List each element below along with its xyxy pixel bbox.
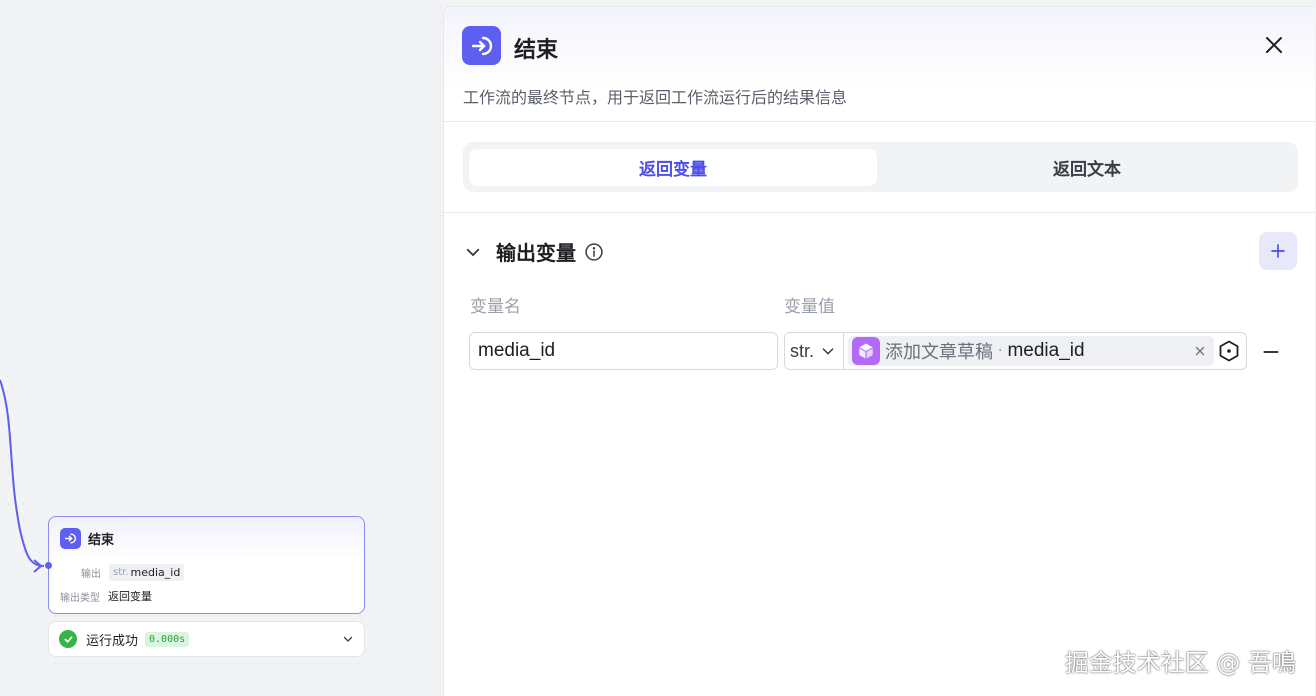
type-select-value: str. [790,340,815,361]
node-output-var: media_id [130,566,181,579]
section-title: 输出变量 [496,241,576,265]
end-node-card[interactable]: 结束 输出 str. media_id 输出类型 返回变量 [45,516,365,614]
reference-separator: · [998,343,1003,359]
close-icon[interactable] [1262,33,1286,57]
clear-icon[interactable] [1194,345,1206,357]
node-output-label: 输出 [81,569,101,580]
node-config-panel: 结束 工作流的最终节点，用于返回工作流运行后的结果信息 返回变量 返回文本 输出… [443,6,1315,696]
node-input-port[interactable] [45,562,52,569]
plugin-cube-icon [852,337,880,365]
variable-reference-chip[interactable]: 添加文章草稿 · media_id [848,336,1214,366]
column-label-value: 变量值 [784,297,835,317]
end-node-icon [60,528,81,549]
end-node-icon [462,26,501,65]
tab-return-text[interactable]: 返回文本 [883,149,1291,186]
node-output-type: str. [113,567,129,578]
run-time-badge: 0.000s [145,631,190,647]
node-title: 结束 [88,533,115,548]
plus-icon [1271,244,1285,258]
panel-header: 结束 工作流的最终节点，用于返回工作流运行后的结果信息 [444,7,1315,122]
variable-name-input[interactable]: media_id [469,332,778,370]
divider [444,212,1315,213]
return-mode-tabs: 返回变量 返回文本 [463,142,1298,192]
type-select[interactable]: str. [785,333,844,369]
run-status-bar[interactable]: 运行成功 0.000s [48,621,365,657]
node-output-kind-label: 输出类型 [60,592,100,604]
output-variables-header[interactable]: 输出变量 [464,237,604,266]
info-icon[interactable] [584,242,604,262]
panel-title: 结束 [514,38,559,63]
variable-value-field[interactable]: str. 添加文章草稿 · media_id [784,332,1247,370]
node-output-kind-value: 返回变量 [108,590,152,603]
reference-variable-name: media_id [1007,340,1085,361]
tab-return-variable[interactable]: 返回变量 [469,149,877,186]
remove-variable-button[interactable] [1262,343,1280,361]
reference-node-name: 添加文章草稿 [885,342,993,363]
run-status-text: 运行成功 [86,633,139,649]
chevron-down-icon[interactable] [342,633,354,645]
success-check-icon [59,630,77,648]
node-output-tag: str. media_id [109,564,185,581]
variable-picker-icon[interactable] [1217,339,1241,363]
watermark: 掘金技术社区 @ 吾鳴 [1064,649,1296,677]
chevron-down-icon[interactable] [464,243,482,261]
column-label-name: 变量名 [470,297,521,317]
panel-description: 工作流的最终节点，用于返回工作流运行后的结果信息 [463,88,848,107]
chevron-down-icon [822,348,834,355]
workflow-canvas[interactable]: 结束 输出 str. media_id 输出类型 返回变量 运行成功 0.000… [0,0,443,696]
add-variable-button[interactable] [1259,232,1297,270]
